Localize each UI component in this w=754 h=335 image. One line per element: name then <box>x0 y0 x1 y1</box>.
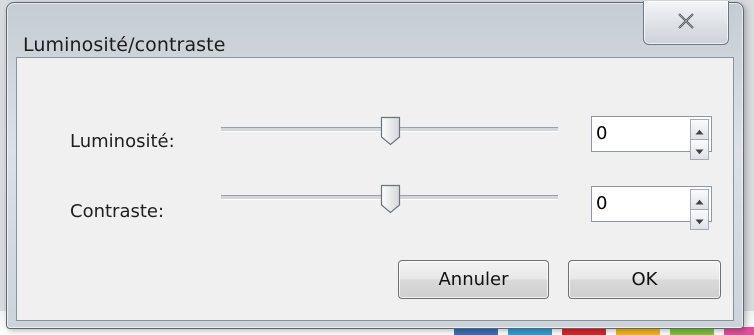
contrast-increment-button[interactable] <box>690 189 709 210</box>
contrast-label: Contraste: <box>70 201 165 222</box>
arrow-up-icon <box>695 120 704 139</box>
arrow-down-icon <box>695 140 704 159</box>
contrast-decrement-button[interactable] <box>690 210 709 230</box>
cancel-button[interactable]: Annuler <box>398 260 549 299</box>
contrast-spinbox[interactable]: 0 <box>591 186 712 230</box>
brightness-spinbox[interactable]: 0 <box>591 116 712 160</box>
close-button[interactable] <box>643 1 729 45</box>
close-icon <box>677 12 695 33</box>
slider-thumb[interactable] <box>380 116 401 146</box>
dialog-title: Luminosité/contraste <box>23 34 226 56</box>
brightness-contrast-dialog: Luminosité/contraste Luminosité: 0 Contr… <box>6 1 744 329</box>
ok-button[interactable]: OK <box>568 260 721 299</box>
contrast-slider[interactable] <box>221 184 558 214</box>
contrast-value[interactable]: 0 <box>596 193 607 214</box>
arrow-up-icon <box>695 190 704 209</box>
brightness-value[interactable]: 0 <box>596 123 607 144</box>
arrow-down-icon <box>695 210 704 229</box>
brightness-slider[interactable] <box>221 116 558 146</box>
brightness-increment-button[interactable] <box>690 119 709 140</box>
title-bar[interactable]: Luminosité/contraste <box>7 1 743 56</box>
slider-thumb[interactable] <box>380 184 401 214</box>
brightness-label: Luminosité: <box>70 131 175 152</box>
dialog-content: Luminosité: 0 Contraste: 0 Annuler OK <box>16 57 734 321</box>
brightness-decrement-button[interactable] <box>690 140 709 160</box>
